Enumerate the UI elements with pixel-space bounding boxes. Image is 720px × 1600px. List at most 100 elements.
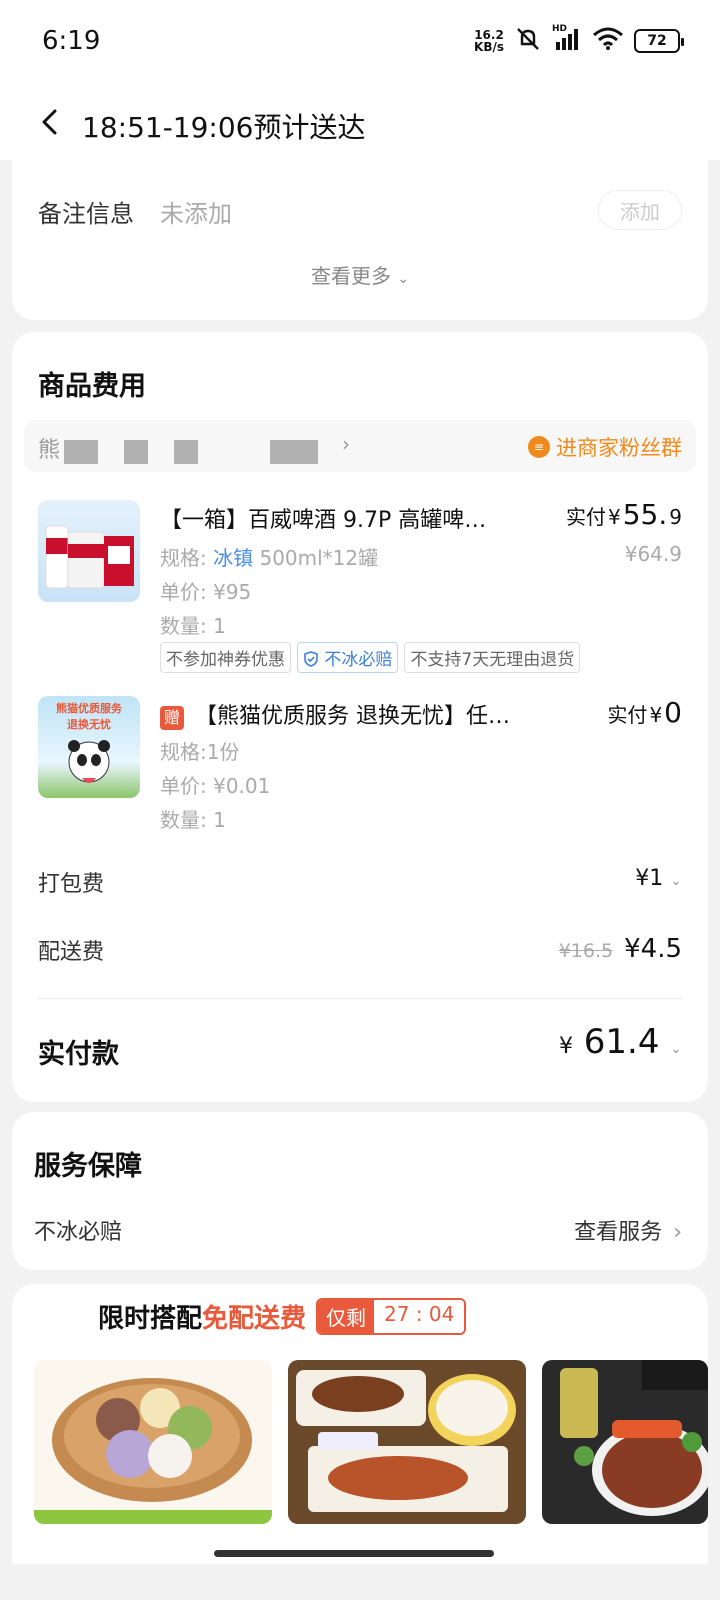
product-title-text: 【熊猫优质服务 退换无忧】任…: [195, 704, 510, 729]
tag-label: 不冰必赔: [324, 650, 393, 670]
tag: 不参加神券优惠: [160, 642, 291, 673]
masked-store-name: [174, 440, 198, 464]
chevron-right-icon: ›: [673, 1220, 682, 1245]
list-item[interactable]: 【一箱】百威啤酒 9.7P 高罐啤… 实付 ¥ 55. 9 ¥64.9 规格: …: [12, 498, 708, 678]
service-guarantee-card: 服务保障 不冰必赔 查看服务 ›: [12, 1112, 708, 1270]
countdown-timer: 仅剩 27 : 04: [316, 1298, 467, 1335]
page-title: 18:51-19:06预计送达: [82, 111, 366, 144]
mute-icon: [514, 26, 542, 56]
promo-product-image[interactable]: [34, 1360, 272, 1524]
add-note-button[interactable]: 添加: [598, 190, 682, 230]
store-name: 熊: [38, 438, 61, 463]
countdown-label: 仅剩: [318, 1300, 375, 1333]
network-type: HD: [552, 24, 568, 34]
battery-indicator: 72: [634, 29, 684, 53]
wifi-icon: [592, 27, 624, 55]
page-header: 18:51-19:06预计送达: [0, 84, 720, 160]
gift-badge: 赠: [160, 706, 184, 730]
quantity: 数量: 1: [160, 808, 226, 832]
total-amount[interactable]: ¥ 61.4 ⌄: [559, 1022, 682, 1062]
spec-highlight: 冰镇: [213, 546, 254, 570]
view-service-link[interactable]: 查看服务 ›: [574, 1214, 682, 1246]
speed-unit: KB/s: [474, 40, 504, 54]
delivery-fee-original: ¥16.5: [558, 940, 614, 962]
packing-fee-value: ¥1 ⌄: [635, 866, 682, 891]
chat-icon: ≡: [528, 436, 550, 458]
network-speed: 16.2 KB/s: [474, 29, 504, 53]
store-bar[interactable]: 熊 › ≡ 进商家粉丝群: [24, 420, 696, 472]
shield-icon: [304, 651, 318, 667]
goods-fee-card: 商品费用 熊 › ≡ 进商家粉丝群 【一箱】百威啤酒 9.7P 高罐啤… 实付 …: [12, 332, 708, 1102]
paid-prefix: 实付: [607, 703, 648, 727]
currency: ¥: [649, 703, 663, 727]
chevron-down-icon: ⌄: [670, 873, 682, 889]
promo-title: 限时搭配: [98, 1304, 203, 1334]
original-price: ¥64.9: [624, 542, 682, 566]
tag: 不支持7天无理由退货: [404, 642, 581, 673]
quantity: 数量: 1: [160, 614, 226, 638]
see-more-label: 查看更多: [310, 264, 391, 288]
note-label: 备注信息: [38, 200, 134, 228]
spec-label: 规格:: [160, 546, 207, 570]
product-thumbnail: 熊猫优质服务 退换无忧: [38, 696, 140, 798]
paid-prefix: 实付: [566, 505, 606, 529]
spec-value: 500ml*12罐: [259, 546, 379, 570]
countdown-time: 27 : 04: [374, 1300, 465, 1333]
paid-integer: 55.: [622, 498, 668, 531]
promo-title-highlight: 免配送费: [202, 1304, 307, 1334]
product-thumbnail: [38, 500, 140, 602]
product-title: 赠 【熊猫优质服务 退换无忧】任…: [160, 698, 510, 730]
see-more-link[interactable]: 查看更多 ⌄: [12, 260, 708, 289]
paid-price: 实付 ¥ 0: [607, 696, 682, 729]
status-icons: 16.2 KB/s HD 72: [474, 24, 684, 56]
delivery-fee-amount: ¥4.5: [624, 934, 682, 964]
fans-group-link[interactable]: ≡ 进商家粉丝群: [528, 432, 682, 462]
thumb-caption-line: 熊猫优质服务: [56, 702, 122, 715]
signal-icon: HD: [552, 24, 582, 54]
paid-price: 实付 ¥ 55. 9: [566, 498, 682, 531]
unit-price: 单价: ¥95: [160, 580, 252, 604]
currency: ¥: [558, 1034, 573, 1059]
packing-fee-label: 打包费: [38, 872, 105, 897]
unit-price: 单价: ¥0.01: [160, 774, 271, 798]
masked-store-name: [64, 440, 98, 464]
fans-group-label: 进商家粉丝群: [556, 436, 682, 460]
delivery-fee-label: 配送费: [38, 940, 105, 965]
divider: [38, 998, 682, 999]
note-value: 未添加: [160, 200, 232, 228]
product-tags: 不参加神券优惠 不冰必赔 不支持7天无理由退货: [160, 642, 581, 673]
masked-store-name: [270, 440, 318, 464]
total-value: 61.4: [583, 1022, 660, 1062]
home-indicator[interactable]: [214, 1550, 494, 1557]
promo-product-image[interactable]: [288, 1360, 526, 1524]
tag-guarantee: 不冰必赔: [297, 642, 399, 673]
paid-decimal: 9: [669, 505, 682, 529]
thumb-caption: 熊猫优质服务 退换无忧: [38, 700, 140, 732]
service-item: 不冰必赔: [34, 1220, 123, 1245]
section-title: 服务保障: [34, 1151, 142, 1182]
order-note-card: 备注信息 未添加 添加 查看更多 ⌄: [12, 150, 708, 320]
total-label: 实付款: [38, 1039, 119, 1070]
list-item[interactable]: 熊猫优质服务 退换无忧 赠 【熊猫优质服务 退换无忧】任… 实付 ¥ 0 规格:…: [12, 696, 708, 836]
currency: ¥: [608, 505, 621, 529]
delivery-fee-row: 配送费 ¥16.5 ¥4.5: [38, 934, 682, 966]
packing-fee-amount: ¥1: [635, 866, 664, 891]
view-service-label: 查看服务: [574, 1220, 663, 1245]
section-title: 商品费用: [38, 371, 146, 402]
thumb-caption-line: 退换无忧: [67, 718, 111, 731]
masked-store-name: [124, 440, 148, 464]
chevron-down-icon: ⌄: [397, 271, 410, 287]
packing-fee-row[interactable]: 打包费 ¥1 ⌄: [38, 866, 682, 898]
status-time: 6:19: [42, 26, 101, 56]
product-spec: 规格:1份: [160, 740, 240, 764]
product-title: 【一箱】百威啤酒 9.7P 高罐啤…: [160, 508, 487, 533]
paid-integer: 0: [664, 696, 682, 729]
promo-header: 限时搭配 免配送费 仅剩 27 : 04: [98, 1298, 467, 1335]
promo-card: 限时搭配 免配送费 仅剩 27 : 04: [12, 1284, 708, 1564]
status-bar: 6:19 16.2 KB/s HD 72: [0, 0, 720, 84]
chevron-down-icon: ⌄: [670, 1041, 682, 1057]
back-button[interactable]: [36, 108, 64, 136]
promo-product-image[interactable]: [542, 1360, 708, 1524]
product-spec: 规格: 冰镇 500ml*12罐: [160, 542, 378, 571]
chevron-right-icon: ›: [342, 432, 350, 456]
